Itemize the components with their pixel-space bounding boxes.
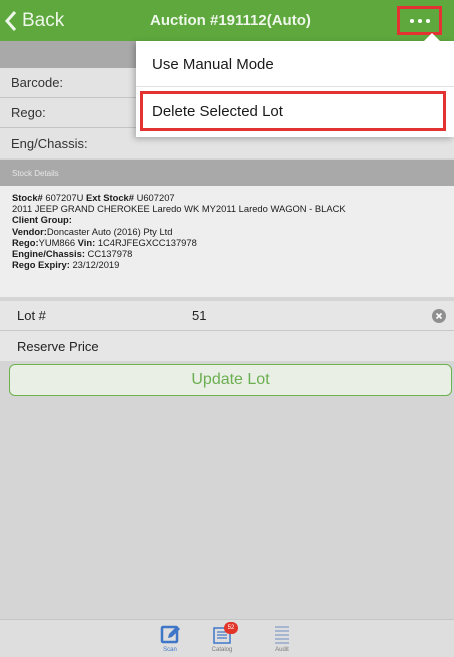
ext-stock-label: Ext Stock# [86,192,134,203]
barcode-label: Barcode: [11,75,64,90]
tab-catalog-label: Catalog [211,647,233,653]
stock-number-label: Stock# [12,192,43,203]
rego-label: Rego: [11,105,46,120]
more-dots-icon [425,18,430,23]
rego-expiry-label: Rego Expiry: [12,259,70,271]
update-lot-button[interactable]: Update Lot [9,364,452,396]
back-label: Back [22,10,65,31]
more-options-button[interactable] [397,6,442,35]
list-icon [275,626,289,644]
lot-number-value[interactable]: 51 [192,308,206,323]
back-button[interactable]: Back [4,7,64,35]
tab-scan[interactable]: Scan [150,623,190,657]
more-dots-icon [417,18,422,23]
lot-number-label: Lot # [17,308,46,323]
engine-chassis-value: CC137978 [87,248,133,260]
tab-scan-label: Scan [163,647,177,653]
navigation-bar: Back Auction #191112(Auto) [0,0,454,41]
delete-selected-lot-item[interactable]: Delete Selected Lot [140,91,446,131]
vendor-line: Vendor:Doncaster Auto (2016) Pty Ltd [12,226,454,237]
page-title: Auction #191112(Auto) [150,12,311,29]
vendor-value: Doncaster Auto (2016) Pty Ltd [46,225,173,237]
vendor-label: Vendor: [12,225,47,237]
edit-icon [160,625,180,644]
rego-detail-label: Rego: [12,236,39,248]
rego-expiry-line: Rego Expiry: 23/12/2019 [12,259,454,270]
client-group-label: Client Group: [12,214,72,226]
chevron-left-icon [4,11,17,31]
tab-audit-label: Audit [275,647,289,653]
rego-expiry-value: 23/12/2019 [72,259,120,271]
reserve-price-field[interactable]: Reserve Price [0,331,454,361]
client-group-line: Client Group: [12,214,454,225]
tab-audit[interactable]: Audit [262,623,302,657]
vin-value: 1C4RJFEGXCC137978 [97,236,197,248]
eng-chassis-label: Eng/Chassis: [11,135,88,151]
ext-stock-value: U607207 [136,192,175,203]
menu-pointer [424,33,440,41]
rego-vin-line: Rego:YUM866 Vin: 1C4RJFEGXCC137978 [12,237,454,248]
stock-details-header: Stock Details [0,160,454,186]
stock-details-panel: Stock# 607207U Ext Stock# U607207 2011 J… [0,186,454,297]
reserve-price-label: Reserve Price [17,338,99,354]
catalog-badge: 52 [224,622,238,634]
clear-icon[interactable] [432,309,446,323]
stock-line: Stock# 607207U Ext Stock# U607207 [12,192,454,203]
options-menu: Use Manual Mode Delete Selected Lot [136,33,454,137]
engine-line: Engine/Chassis: CC137978 [12,248,454,259]
tab-bar: Scan 52 Catalog Audit [0,619,454,657]
vin-label: Vin: [77,236,96,248]
vehicle-description: 2011 JEEP GRAND CHEROKEE Laredo WK MY201… [12,203,346,215]
more-dots-icon [409,18,414,23]
use-manual-mode-item[interactable]: Use Manual Mode [136,43,454,87]
tab-catalog[interactable]: 52 Catalog [202,622,242,657]
rego-detail-value: YUM866 [38,236,76,248]
stock-number-value: 607207U [45,192,84,203]
lot-number-field[interactable]: Lot # 51 [0,301,454,331]
engine-chassis-label: Engine/Chassis: [12,248,85,260]
